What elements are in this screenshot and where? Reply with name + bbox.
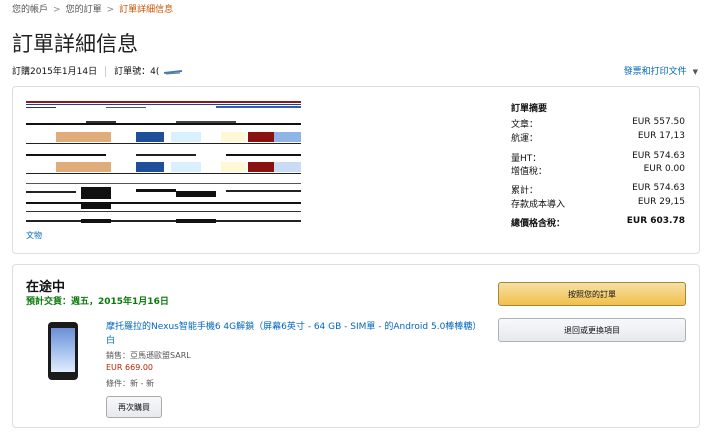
summary-row-import-deposit: 存款成本導入 EUR 29,15 (511, 197, 685, 210)
summary-label: 存款成本導入 (511, 200, 566, 210)
delivery-estimate: 預計交貨：週五，2015年1月16日 (26, 297, 169, 307)
product-price: EUR 669.00 (106, 363, 154, 372)
order-summary-title: 訂單摘要 (511, 104, 548, 114)
breadcrumb-separator: > (53, 5, 61, 15)
breadcrumb-your-account[interactable]: 您的帳戶 (12, 5, 48, 15)
shipment-status: 在途中 (26, 280, 66, 295)
summary-row-cumulative: 累計： EUR 574.63 (511, 183, 685, 196)
summary-row-subtotal: 量HT： EUR 574.63 (511, 151, 685, 164)
order-meta: 訂購2015年1月14日 訂單號：4( (12, 64, 183, 77)
product-title-link[interactable]: 摩托羅拉的Nexus智能手機6 4G解鎖（屏幕6英寸 - 64 GB - SIM… (106, 320, 486, 348)
invoice-dropdown[interactable]: 發票和打印文件 ▼ (624, 64, 698, 77)
product-image[interactable] (48, 322, 78, 380)
product-seller: 銷售：亞馬遜歐盟SARL (106, 351, 191, 360)
redacted-order-number (164, 69, 183, 74)
redacted-address-link[interactable]: 文物 (26, 230, 42, 241)
summary-value: EUR 574.63 (632, 183, 685, 193)
order-date: 訂購2015年1月14日 (12, 67, 98, 77)
summary-label: 文章： (511, 120, 539, 130)
phone-screen (51, 328, 75, 372)
summary-row-vat: 增值稅： EUR 0.00 (511, 164, 685, 177)
page-title: 訂單詳細信息 (12, 32, 138, 56)
order-number: 訂單號：4( (114, 67, 160, 77)
summary-total-label: 總價格含稅： (511, 219, 566, 229)
chevron-down-icon: ▼ (692, 68, 698, 76)
return-or-replace-button[interactable]: 退回或更換項目 (498, 318, 686, 342)
summary-row-items: 文章： EUR 557.50 (511, 117, 685, 130)
breadcrumb-separator: > (106, 5, 115, 15)
summary-row-shipping: 航運： EUR 17,13 (511, 131, 685, 144)
meta-divider (105, 66, 107, 77)
summary-value: EUR 0.00 (643, 164, 685, 174)
summary-label: 量HT： (511, 154, 542, 164)
summary-label: 累計： (511, 186, 539, 196)
redacted-address-block (26, 101, 301, 223)
invoice-label[interactable]: 發票和打印文件 (624, 67, 687, 77)
summary-value: EUR 574.63 (632, 151, 685, 161)
summary-value: EUR 17,13 (637, 131, 685, 141)
summary-label: 航運： (511, 134, 539, 144)
buy-again-button[interactable]: 再次購買 (106, 396, 162, 418)
summary-value: EUR 29,15 (637, 197, 685, 207)
summary-row-total: 總價格含稅： EUR 603.78 (511, 216, 685, 229)
summary-label: 增值稅： (511, 167, 548, 177)
breadcrumb-your-orders[interactable]: 您的訂單 (66, 5, 102, 15)
breadcrumb-current: 訂單詳細信息 (119, 5, 174, 15)
product-condition: 條件：新 - 新 (106, 379, 154, 388)
track-package-button[interactable]: 按照您的訂單 (498, 282, 686, 306)
summary-value: EUR 557.50 (632, 117, 685, 127)
breadcrumb: 您的帳戶 > 您的訂單 > 訂單詳細信息 (12, 2, 173, 15)
summary-total-value: EUR 603.78 (626, 216, 685, 226)
